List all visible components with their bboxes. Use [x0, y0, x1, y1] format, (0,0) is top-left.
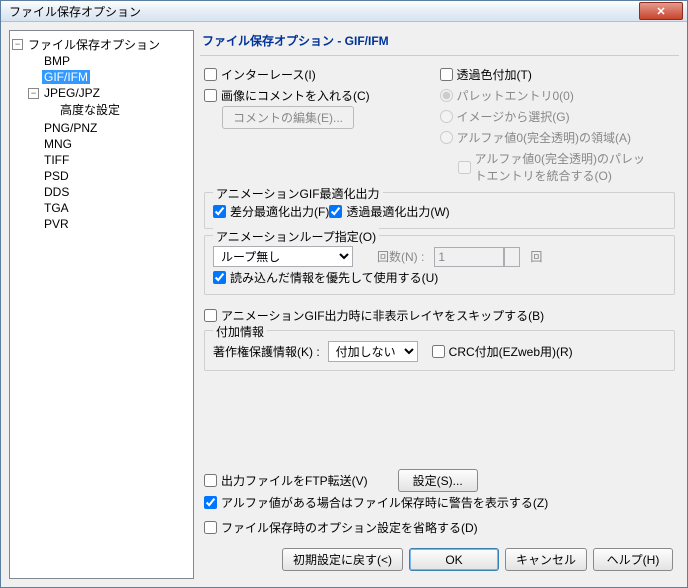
- tree-item-tiff[interactable]: TIFF: [28, 153, 191, 167]
- copyright-label: 著作権保護情報(K) :: [213, 343, 320, 360]
- interlace-checkbox[interactable]: インターレース(I): [204, 66, 440, 83]
- tree-item-tga[interactable]: TGA: [28, 201, 191, 215]
- diff-optimize-checkbox[interactable]: 差分最適化出力(F): [213, 203, 329, 220]
- use-embedded-checkbox[interactable]: 読み込んだ情報を優先して使用する(U): [213, 269, 666, 286]
- help-button[interactable]: ヘルプ(H): [593, 548, 673, 571]
- tree-item-png[interactable]: PNG/PNZ: [28, 121, 191, 135]
- tree-root[interactable]: −ファイル保存オプション: [12, 36, 191, 53]
- close-button[interactable]: ✕: [639, 2, 683, 20]
- dialog-window: ファイル保存オプション ✕ −ファイル保存オプション BMP GIF/IFM −…: [0, 0, 688, 588]
- trans-optimize-checkbox[interactable]: 透過最適化出力(W): [329, 203, 449, 220]
- cancel-button[interactable]: キャンセル: [505, 548, 587, 571]
- ok-button[interactable]: OK: [409, 548, 499, 571]
- titlebar: ファイル保存オプション ✕: [1, 1, 687, 22]
- tree-item-jpeg-advanced[interactable]: 高度な設定: [44, 101, 191, 118]
- tree-item-pvr[interactable]: PVR: [28, 217, 191, 231]
- tree-item-dds[interactable]: DDS: [28, 185, 191, 199]
- group-title: アニメーションループ指定(O): [213, 228, 379, 245]
- collapse-icon[interactable]: −: [28, 88, 39, 99]
- group-title: アニメーションGIF最適化出力: [213, 185, 383, 202]
- reset-button[interactable]: 初期設定に戻す(<): [282, 548, 403, 571]
- palette-entry-radio: パレットエントリ0(0): [440, 87, 676, 104]
- tree-item-jpeg[interactable]: −JPEG/JPZ: [28, 86, 191, 100]
- tree-item-psd[interactable]: PSD: [28, 169, 191, 183]
- loop-count-label: 回数(N) :: [377, 248, 424, 265]
- panel-heading: ファイル保存オプション - GIF/IFM: [200, 30, 679, 56]
- alpha-warn-checkbox[interactable]: アルファ値がある場合はファイル保存時に警告を表示する(Z): [204, 494, 675, 511]
- edit-comment-button[interactable]: コメントの編集(E)...: [222, 106, 354, 129]
- tree-item-bmp[interactable]: BMP: [28, 54, 191, 68]
- loop-group: アニメーションループ指定(O) ループ無し 回数(N) : 回 読み込んだ情報を…: [204, 235, 675, 295]
- tree-item-gif[interactable]: GIF/IFM: [28, 70, 191, 84]
- skip-hidden-checkbox[interactable]: アニメーションGIF出力時に非表示レイヤをスキップする(B): [204, 307, 675, 324]
- tree-item-mng[interactable]: MNG: [28, 137, 191, 151]
- dialog-footer: 初期設定に戻す(<) OK キャンセル ヘルプ(H): [200, 540, 679, 579]
- crc-checkbox[interactable]: CRC付加(EZweb用)(R): [432, 343, 573, 360]
- ftp-settings-button[interactable]: 設定(S)...: [398, 469, 478, 492]
- from-image-radio: イメージから選択(G): [440, 108, 676, 125]
- comment-checkbox[interactable]: 画像にコメントを入れる(C): [204, 87, 440, 104]
- transparency-checkbox[interactable]: 透過色付加(T): [440, 66, 676, 83]
- anim-optimize-group: アニメーションGIF最適化出力 差分最適化出力(F) 透過最適化出力(W): [204, 192, 675, 229]
- copyright-select[interactable]: 付加しない: [328, 341, 418, 362]
- loop-select[interactable]: ループ無し: [213, 246, 353, 267]
- alpha-region-radio: アルファ値0(完全透明)の領域(A): [440, 129, 676, 146]
- window-title: ファイル保存オプション: [5, 3, 639, 20]
- ftp-checkbox[interactable]: 出力ファイルをFTP転送(V): [204, 472, 368, 489]
- collapse-icon[interactable]: −: [12, 39, 23, 50]
- group-title: 付加情報: [213, 323, 267, 340]
- loop-unit-label: 回: [530, 248, 542, 265]
- category-tree[interactable]: −ファイル保存オプション BMP GIF/IFM −JPEG/JPZ 高度な設定…: [9, 30, 194, 579]
- loop-count-spinner: [504, 247, 520, 267]
- addinfo-group: 付加情報 著作権保護情報(K) : 付加しない CRC付加(EZweb用)(R): [204, 330, 675, 371]
- omit-options-checkbox[interactable]: ファイル保存時のオプション設定を省略する(D): [204, 519, 675, 536]
- loop-count-input: [434, 247, 504, 267]
- alpha-merge-checkbox: アルファ値0(完全透明)のパレットエントリを統合する(O): [458, 150, 676, 184]
